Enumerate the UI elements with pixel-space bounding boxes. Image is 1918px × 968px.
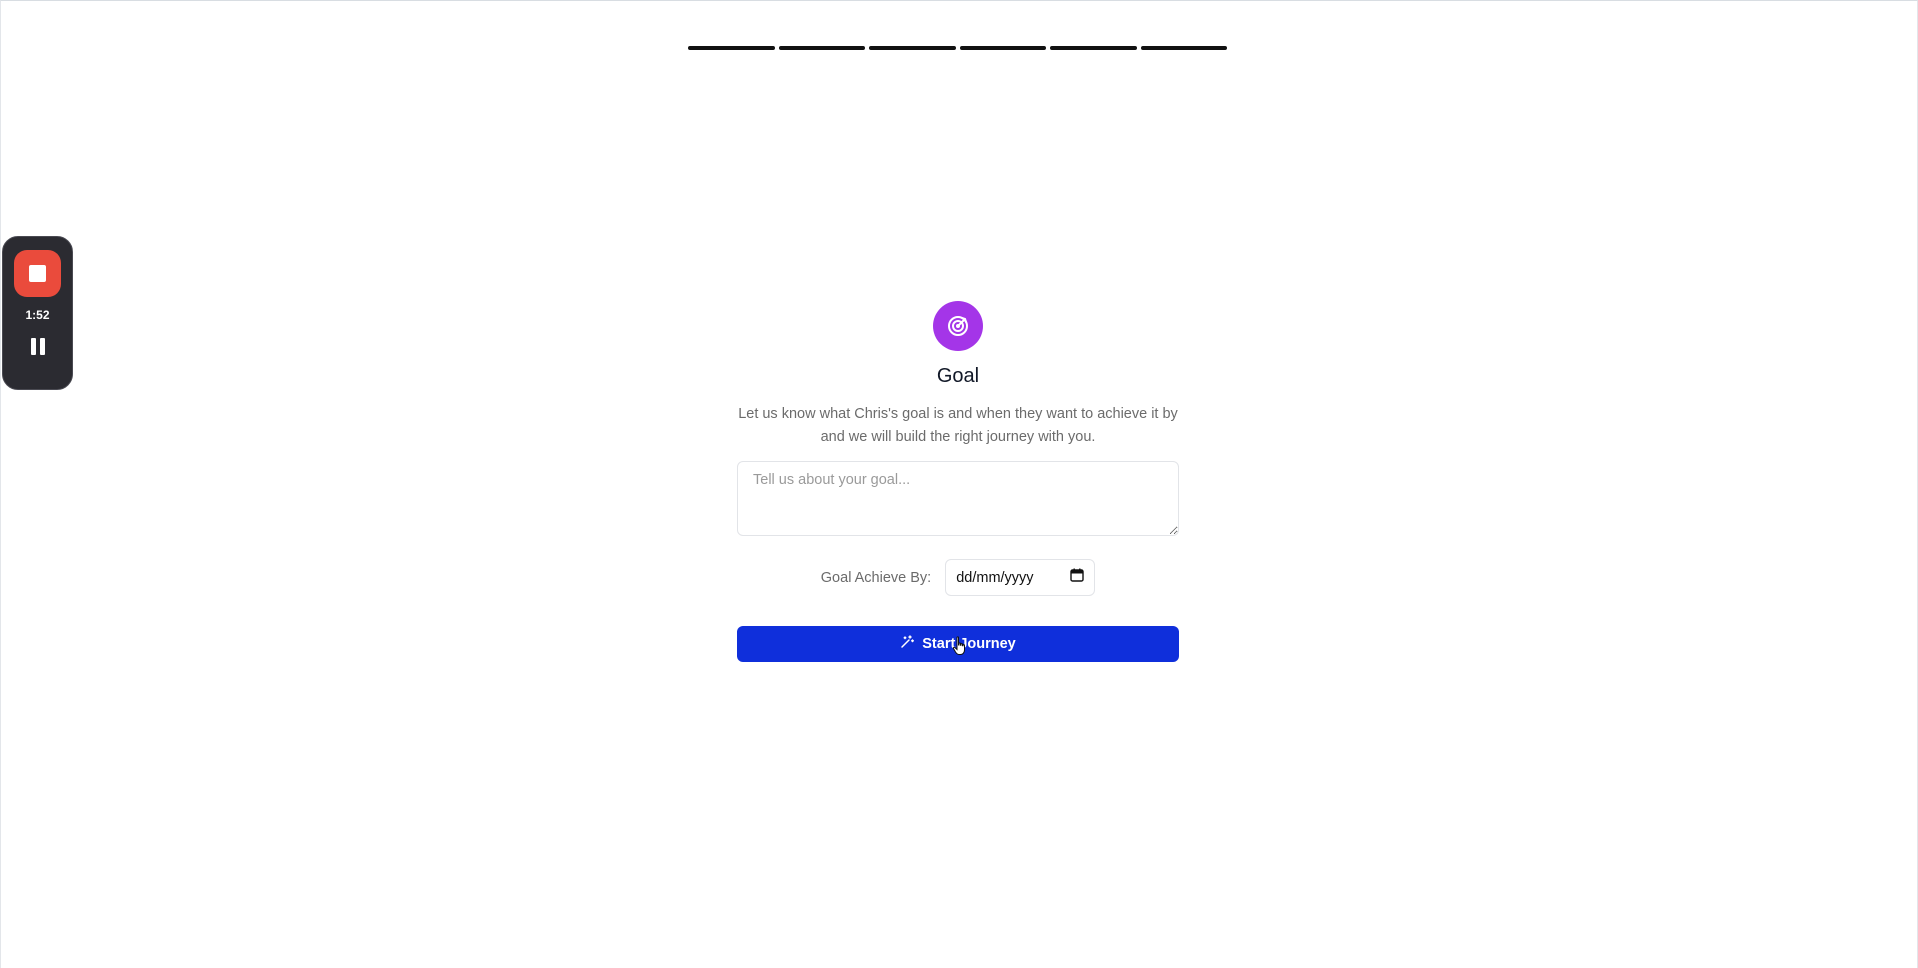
progress-step xyxy=(1050,46,1137,50)
pause-recording-button[interactable] xyxy=(28,336,48,356)
stop-recording-button[interactable] xyxy=(14,250,61,297)
progress-step xyxy=(1140,46,1227,50)
goal-date-label: Goal Achieve By: xyxy=(820,569,932,586)
goal-date-value: dd/mm/yyyy xyxy=(956,569,1034,586)
hand-cursor-icon xyxy=(952,636,968,661)
recording-widget: 1:52 xyxy=(2,236,73,390)
goal-description: Let us know what Chris's goal is and whe… xyxy=(738,406,1178,445)
progress-steps xyxy=(688,46,1227,50)
page-title: Goal xyxy=(936,365,980,387)
goal-date-input[interactable]: dd/mm/yyyy xyxy=(945,559,1096,596)
progress-step xyxy=(959,46,1046,50)
recording-timer: 1:52 xyxy=(25,308,50,322)
calendar-icon[interactable] xyxy=(1070,568,1084,587)
stop-icon xyxy=(29,265,46,282)
goal-textarea[interactable] xyxy=(737,461,1179,536)
goal-form: Goal Let us know what Chris's goal is an… xyxy=(737,301,1179,662)
page: 1:52 Goal Let us know what Chris's goal … xyxy=(0,0,1918,968)
goal-date-row: Goal Achieve By: dd/mm/yyyy xyxy=(820,559,1096,596)
progress-step xyxy=(688,46,775,50)
target-icon xyxy=(933,301,983,351)
pause-icon xyxy=(30,337,45,355)
progress-step xyxy=(869,46,956,50)
start-journey-label: Start Journey xyxy=(922,636,1016,652)
progress-step xyxy=(778,46,865,50)
magic-wand-icon xyxy=(900,635,915,653)
